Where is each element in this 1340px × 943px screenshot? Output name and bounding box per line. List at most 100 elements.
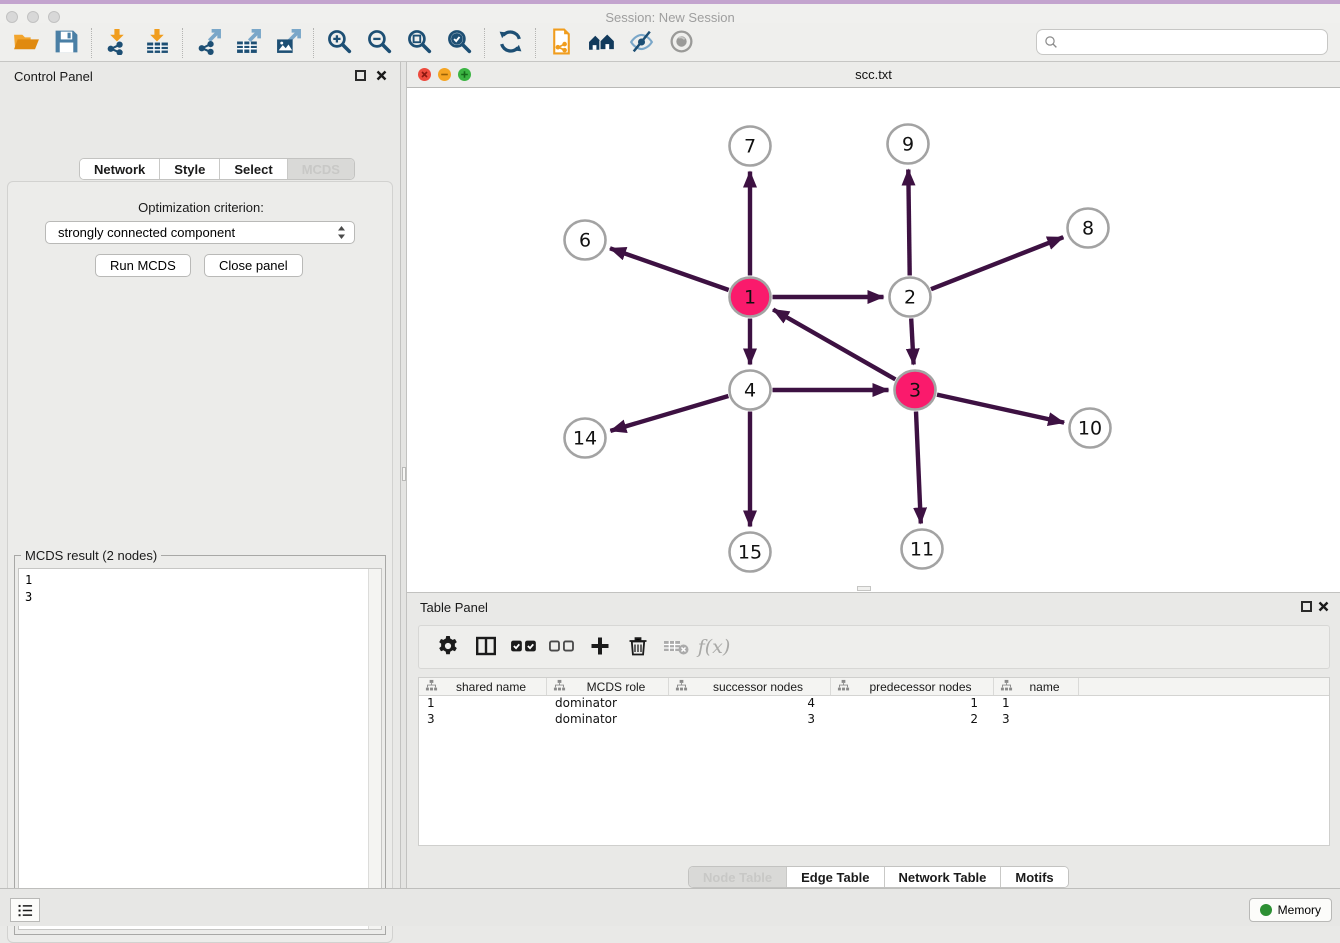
tab-motifs[interactable]: Motifs xyxy=(1001,867,1067,888)
column-header-shared-name[interactable]: shared name xyxy=(419,678,547,695)
graph-node-14[interactable]: 14 xyxy=(565,419,606,458)
cell-shared-name[interactable]: 3 xyxy=(419,712,547,728)
gear-button[interactable] xyxy=(429,629,467,665)
graph-node-3[interactable]: 3 xyxy=(895,371,936,410)
mcds-result-text[interactable]: 1 3 xyxy=(18,568,382,930)
tab-network[interactable]: Network xyxy=(80,159,160,180)
graph-node-9[interactable]: 9 xyxy=(888,125,929,164)
table-close-icon[interactable] xyxy=(1317,600,1330,613)
table-row[interactable]: 3dominator323 xyxy=(419,712,1329,728)
edge-3-1[interactable] xyxy=(773,310,895,380)
first-neighbors-button[interactable] xyxy=(581,26,621,60)
column-type-icon xyxy=(673,679,690,695)
task-history-button[interactable] xyxy=(10,898,40,922)
tab-select[interactable]: Select xyxy=(220,159,287,180)
memory-button[interactable]: Memory xyxy=(1249,898,1332,922)
cell-name[interactable]: 3 xyxy=(994,712,1079,728)
float-panel-icon[interactable] xyxy=(355,70,366,81)
column-header-successor-nodes[interactable]: successor nodes xyxy=(669,678,831,695)
cell-name[interactable]: 1 xyxy=(994,696,1079,712)
graph-node-1[interactable]: 1 xyxy=(730,278,771,317)
mcds-result-scrollbar[interactable] xyxy=(368,569,381,929)
edge-2-9[interactable] xyxy=(908,170,909,276)
splitter-grip[interactable] xyxy=(402,467,406,481)
delete-table-button xyxy=(657,629,695,665)
panel-splitter[interactable] xyxy=(400,62,407,888)
edge-3-11[interactable] xyxy=(916,412,921,524)
svg-text:9: 9 xyxy=(902,134,914,156)
save-session-icon xyxy=(53,28,80,58)
toggle-graphics-details-button[interactable] xyxy=(621,26,661,60)
criterion-dropdown[interactable]: strongly connected component xyxy=(45,221,355,244)
columns-icon xyxy=(475,635,497,660)
memory-label: Memory xyxy=(1278,903,1321,917)
table-panel: Table Panel f(x) shared nameMCDS rolesuc… xyxy=(407,592,1340,888)
show-hide-eye-button[interactable] xyxy=(661,26,701,60)
cell-MCDS-role[interactable]: dominator xyxy=(547,696,669,712)
delete-button[interactable] xyxy=(619,629,657,665)
add-column-button[interactable] xyxy=(581,629,619,665)
table-row[interactable]: 1dominator411 xyxy=(419,696,1329,712)
edge-4-14[interactable] xyxy=(610,396,728,431)
network-close-icon[interactable] xyxy=(418,68,431,81)
export-network-button[interactable] xyxy=(188,26,228,60)
zoom-selected-button[interactable] xyxy=(439,26,479,60)
column-header-name[interactable]: name xyxy=(994,678,1079,695)
zoom-out-button[interactable] xyxy=(359,26,399,60)
close-panel-button[interactable]: Close panel xyxy=(204,254,303,277)
edge-2-8[interactable] xyxy=(931,237,1063,289)
open-file-button[interactable] xyxy=(6,26,46,60)
export-image-button[interactable] xyxy=(268,26,308,60)
tab-node-table[interactable]: Node Table xyxy=(689,867,787,888)
cell-shared-name[interactable]: 1 xyxy=(419,696,547,712)
zoom-out-icon xyxy=(366,28,393,58)
svg-text:2: 2 xyxy=(904,287,916,309)
cell-predecessor-nodes[interactable]: 1 xyxy=(831,696,994,712)
edge-1-6[interactable] xyxy=(610,248,729,290)
canvas-resize-grip[interactable] xyxy=(857,586,871,591)
save-session-button[interactable] xyxy=(46,26,86,60)
network-minimize-icon[interactable] xyxy=(438,68,451,81)
edge-3-10[interactable] xyxy=(937,395,1064,423)
mcds-result-fieldset: MCDS result (2 nodes) 1 3 xyxy=(14,555,386,935)
graph-node-8[interactable]: 8 xyxy=(1068,209,1109,248)
deselect-all-checks-button[interactable] xyxy=(543,629,581,665)
tab-mcds[interactable]: MCDS xyxy=(288,159,354,180)
tab-network-table[interactable]: Network Table xyxy=(885,867,1002,888)
zoom-in-button[interactable] xyxy=(319,26,359,60)
column-header-predecessor-nodes[interactable]: predecessor nodes xyxy=(831,678,994,695)
graph-node-6[interactable]: 6 xyxy=(565,221,606,260)
graph-node-2[interactable]: 2 xyxy=(890,278,931,317)
refresh-view-button[interactable] xyxy=(490,26,530,60)
cell-predecessor-nodes[interactable]: 2 xyxy=(831,712,994,728)
close-panel-icon[interactable] xyxy=(375,69,388,82)
new-network-from-file-button[interactable] xyxy=(541,26,581,60)
column-type-icon xyxy=(551,679,568,695)
column-header-MCDS-role[interactable]: MCDS role xyxy=(547,678,669,695)
select-all-checks-button[interactable] xyxy=(505,629,543,665)
graph-node-15[interactable]: 15 xyxy=(730,533,771,572)
columns-button[interactable] xyxy=(467,629,505,665)
cell-successor-nodes[interactable]: 3 xyxy=(669,712,831,728)
network-canvas[interactable]: 7 9 6 8 1 2 4 3 14 10 15 11 xyxy=(407,88,1340,592)
graph-node-10[interactable]: 10 xyxy=(1070,409,1111,448)
svg-text:4: 4 xyxy=(744,380,756,402)
search-input[interactable] xyxy=(1059,35,1327,50)
run-mcds-button[interactable]: Run MCDS xyxy=(95,254,191,277)
cell-MCDS-role[interactable]: dominator xyxy=(547,712,669,728)
tab-edge-table[interactable]: Edge Table xyxy=(787,867,884,888)
graph-node-7[interactable]: 7 xyxy=(730,127,771,166)
graph-node-4[interactable]: 4 xyxy=(730,371,771,410)
tab-style[interactable]: Style xyxy=(160,159,220,180)
table-float-icon[interactable] xyxy=(1301,601,1312,612)
zoom-fit-content-button[interactable] xyxy=(399,26,439,60)
search-field[interactable] xyxy=(1036,29,1328,55)
import-table-file-button[interactable] xyxy=(137,26,177,60)
graph-node-11[interactable]: 11 xyxy=(902,530,943,569)
toggle-graphics-details-icon xyxy=(628,28,655,58)
edge-2-3[interactable] xyxy=(911,319,913,365)
cell-successor-nodes[interactable]: 4 xyxy=(669,696,831,712)
export-table-button[interactable] xyxy=(228,26,268,60)
import-network-file-button[interactable] xyxy=(97,26,137,60)
network-zoom-icon[interactable] xyxy=(458,68,471,81)
